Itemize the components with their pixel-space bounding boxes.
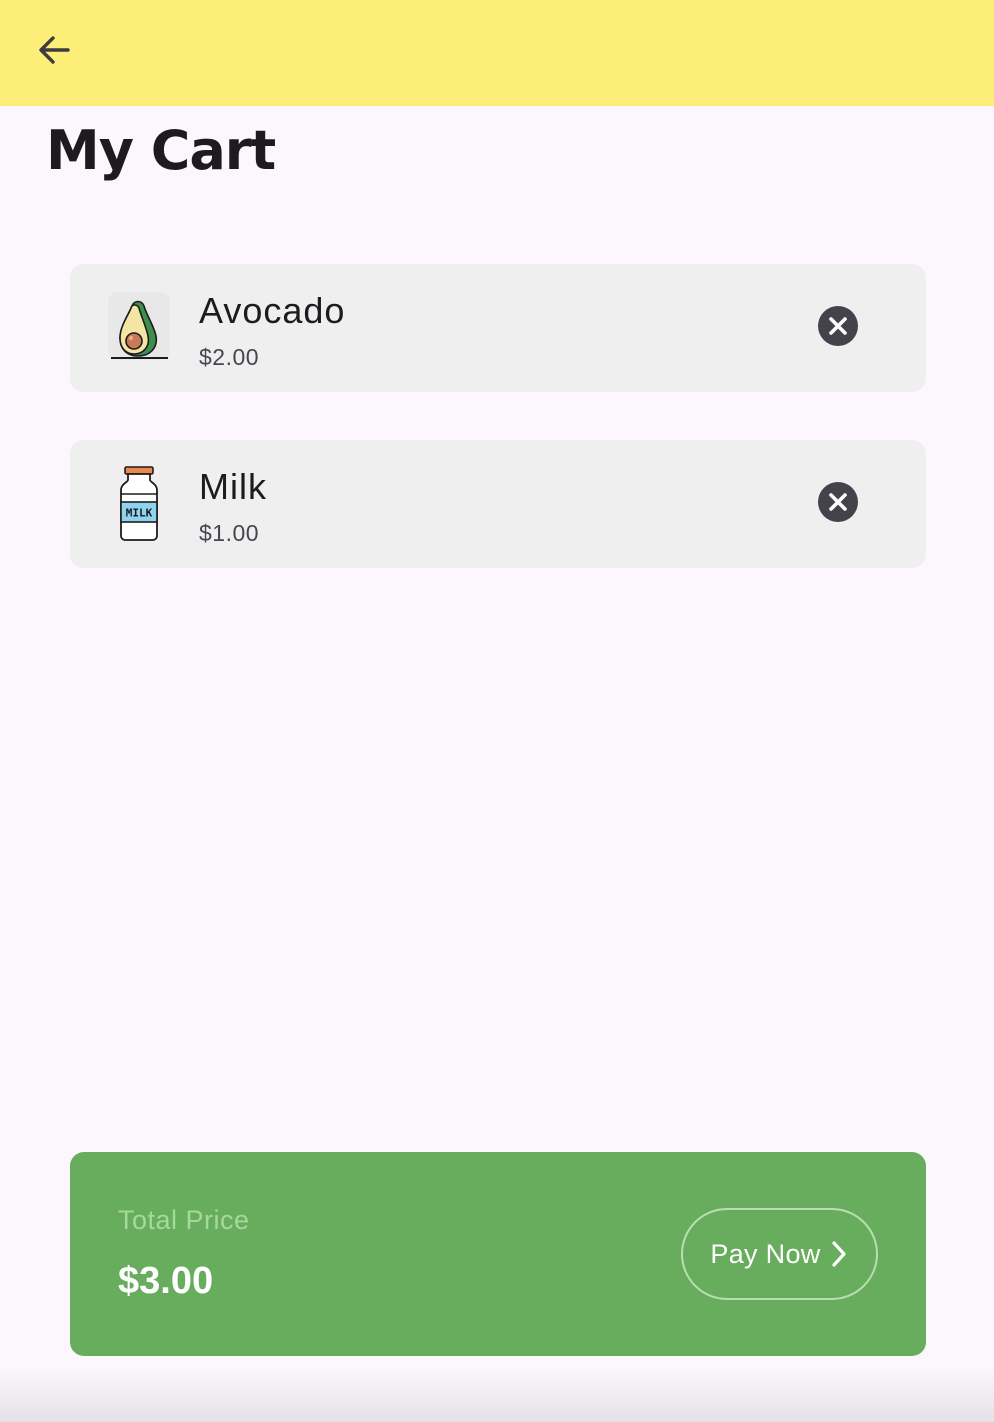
cart-item-avocado: Avocado $2.00 [70, 264, 926, 392]
item-price: $1.00 [199, 520, 260, 546]
avocado-icon [104, 290, 174, 366]
arrow-left-icon [36, 32, 72, 73]
close-circle-icon [817, 481, 859, 528]
total-price-value: $3.00 [118, 1260, 214, 1302]
item-name: Milk [199, 466, 267, 507]
bottom-shadow [0, 1366, 994, 1422]
app-bar [0, 0, 994, 106]
milk-bottle-icon: MILK [104, 466, 174, 542]
page-title: My Cart [46, 119, 276, 182]
chevron-right-icon [829, 1239, 849, 1269]
close-circle-icon [817, 305, 859, 352]
cart-list: Avocado $2.00 MILK Milk $1.00 [70, 264, 926, 616]
back-button[interactable] [24, 22, 84, 82]
remove-item-button[interactable] [814, 304, 862, 352]
remove-item-button[interactable] [814, 480, 862, 528]
total-panel: Total Price $3.00 Pay Now [70, 1152, 926, 1356]
total-price-label: Total Price [118, 1205, 250, 1235]
pay-now-button[interactable]: Pay Now [681, 1208, 878, 1300]
cart-screen: My Cart Avocado $2.00 MILK Milk $1.00 To… [0, 0, 994, 1422]
item-price: $2.00 [199, 344, 260, 370]
cart-item-milk: MILK Milk $1.00 [70, 440, 926, 568]
milk-label-text: MILK [126, 507, 153, 520]
item-name: Avocado [199, 290, 346, 331]
pay-now-label: Pay Now [710, 1238, 821, 1269]
